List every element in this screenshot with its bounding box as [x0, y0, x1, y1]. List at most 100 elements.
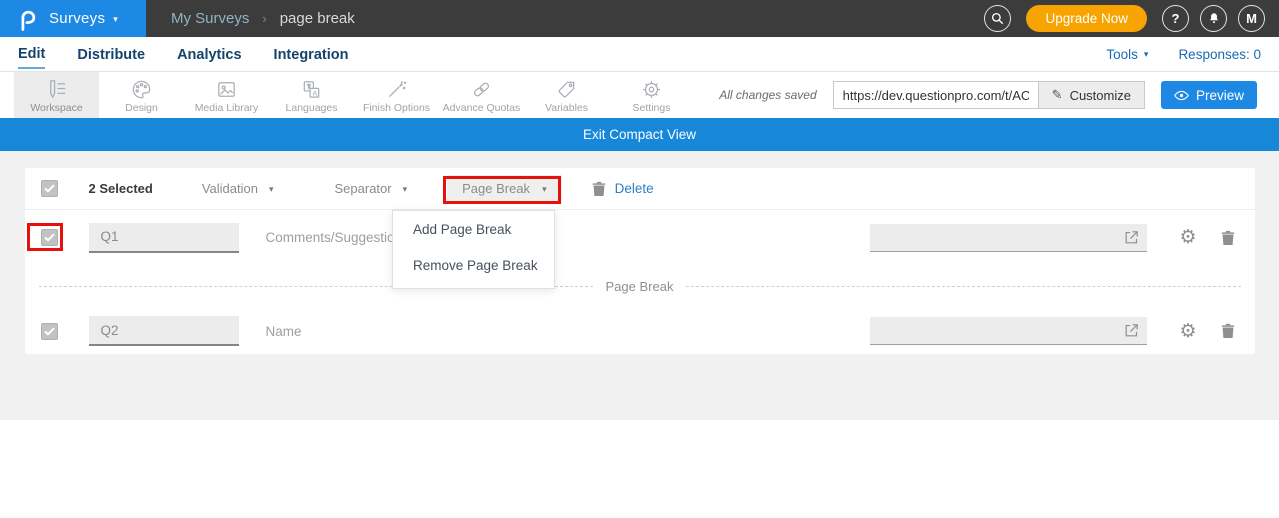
- toolbar-item-finish-options[interactable]: Finish Options: [354, 72, 439, 118]
- toolbar-item-design[interactable]: Design: [99, 72, 184, 118]
- q1-checkbox[interactable]: [41, 229, 58, 246]
- notifications-button[interactable]: [1200, 5, 1227, 32]
- workspace-content: 2 Selected Validation ▾ Separator ▾ Page…: [0, 151, 1279, 420]
- menu-item-remove-page-break[interactable]: Remove Page Break: [393, 247, 554, 283]
- workspace-icon: [45, 78, 68, 101]
- product-name: Surveys: [49, 10, 105, 27]
- upgrade-now-button[interactable]: Upgrade Now: [1026, 5, 1147, 32]
- help-button[interactable]: ?: [1162, 5, 1189, 32]
- breadcrumb: My Surveys › page break: [171, 10, 355, 27]
- toolbar-item-advance-quotas[interactable]: Advance Quotas: [439, 72, 524, 118]
- q1-settings-gear-icon[interactable]: ⚙: [1179, 228, 1196, 247]
- responses-count-link[interactable]: Responses: 0: [1178, 47, 1261, 62]
- toolbar-label: Settings: [633, 102, 671, 114]
- bulk-actions-bar: 2 Selected Validation ▾ Separator ▾ Page…: [25, 168, 1255, 210]
- toolbar-item-variables[interactable]: Variables: [524, 72, 609, 118]
- gear-icon: [640, 78, 663, 101]
- menu-item-add-page-break[interactable]: Add Page Break: [393, 211, 554, 247]
- toolbar-item-languages[interactable]: A Languages: [269, 72, 354, 118]
- chevron-down-icon: ▾: [269, 184, 274, 195]
- divider-label: Page Break: [606, 279, 674, 294]
- survey-url-group: ✎ Customize: [833, 81, 1145, 109]
- q2-answer-field[interactable]: [870, 317, 1147, 345]
- external-link-icon[interactable]: [1123, 322, 1140, 339]
- tools-menu[interactable]: Tools ▾: [1106, 47, 1148, 62]
- trash-icon: [592, 181, 606, 197]
- tools-label: Tools: [1106, 47, 1138, 62]
- breadcrumb-my-surveys[interactable]: My Surveys: [171, 10, 249, 27]
- toolbar-item-settings[interactable]: Settings: [609, 72, 694, 118]
- delete-label: Delete: [615, 181, 654, 196]
- page-break-menu: Add Page Break Remove Page Break: [392, 210, 555, 289]
- chevron-down-icon: ▾: [542, 184, 547, 195]
- tab-integration[interactable]: Integration: [274, 40, 349, 68]
- q1-answer-field[interactable]: [870, 224, 1147, 252]
- tag-icon: [555, 78, 578, 101]
- user-avatar[interactable]: M: [1238, 5, 1265, 32]
- top-header: Surveys ▾ My Surveys › page break Upgrad…: [0, 0, 1279, 37]
- page-break-label: Page Break: [462, 181, 530, 196]
- delete-button[interactable]: Delete: [592, 181, 654, 197]
- q2-delete-trash-icon[interactable]: [1221, 323, 1235, 339]
- separator-dropdown[interactable]: Separator ▾: [335, 181, 408, 196]
- validation-label: Validation: [202, 181, 258, 196]
- chevron-down-icon: ▾: [113, 14, 118, 25]
- q1-title: Comments/Suggestions:: [266, 230, 413, 245]
- question-row-q2: Name ⚙: [25, 308, 1255, 354]
- translate-icon: A: [300, 78, 323, 101]
- chain-link-icon: [470, 78, 493, 101]
- tab-analytics[interactable]: Analytics: [177, 40, 241, 68]
- divider-line: [686, 286, 1240, 287]
- tabs-right-links: Tools ▾ Responses: 0: [1106, 47, 1261, 62]
- chevron-down-icon: ▾: [403, 184, 408, 195]
- page-break-dropdown[interactable]: Page Break ▾: [447, 175, 561, 202]
- q1-delete-trash-icon[interactable]: [1221, 230, 1235, 246]
- toolbar-label: Finish Options: [363, 102, 430, 114]
- preview-button[interactable]: Preview: [1161, 81, 1257, 109]
- q1-row-actions: ⚙: [870, 224, 1238, 252]
- question-row-q1: Comments/Suggestions: ⚙: [25, 210, 1255, 265]
- q2-settings-gear-icon[interactable]: ⚙: [1179, 322, 1196, 341]
- eye-icon: [1174, 90, 1189, 101]
- separator-label: Separator: [335, 181, 392, 196]
- search-button[interactable]: [984, 5, 1011, 32]
- select-all-checkbox[interactable]: [41, 180, 58, 197]
- preview-label: Preview: [1196, 88, 1244, 103]
- survey-url-input[interactable]: [833, 81, 1038, 109]
- external-link-icon[interactable]: [1123, 229, 1140, 246]
- breadcrumb-separator: ›: [262, 11, 266, 26]
- toolbar-item-workspace[interactable]: Workspace: [14, 72, 99, 118]
- customize-url-button[interactable]: ✎ Customize: [1038, 81, 1145, 109]
- save-status: All changes saved: [719, 88, 816, 102]
- q2-title: Name: [266, 324, 302, 339]
- q2-checkbox[interactable]: [41, 323, 58, 340]
- surveys-app-menu[interactable]: Surveys ▾: [0, 0, 146, 37]
- svg-text:A: A: [312, 89, 317, 97]
- pencil-icon: ✎: [1052, 87, 1063, 103]
- questionpro-logo-icon: [17, 7, 37, 31]
- survey-nav-tabs: Edit Distribute Analytics Integration To…: [0, 37, 1279, 72]
- toolbar-label: Variables: [545, 102, 588, 114]
- exit-compact-view-banner[interactable]: Exit Compact View: [0, 118, 1279, 151]
- tab-distribute[interactable]: Distribute: [77, 40, 145, 68]
- page-break-divider: Page Break: [25, 265, 1255, 308]
- validation-dropdown[interactable]: Validation ▾: [202, 181, 274, 196]
- toolbar-label: Media Library: [195, 102, 259, 114]
- toolbar-item-media-library[interactable]: Media Library: [184, 72, 269, 118]
- image-icon: [215, 78, 238, 101]
- wand-icon: [385, 78, 408, 101]
- chevron-down-icon: ▾: [1144, 49, 1149, 60]
- palette-icon: [130, 78, 153, 101]
- questions-card: 2 Selected Validation ▾ Separator ▾ Page…: [25, 168, 1255, 354]
- toolbar-label: Design: [125, 102, 158, 114]
- breadcrumb-survey-name: page break: [280, 10, 355, 27]
- tab-edit[interactable]: Edit: [18, 39, 45, 69]
- selected-count: 2 Selected: [89, 181, 153, 196]
- header-actions: Upgrade Now ? M: [984, 5, 1279, 32]
- editor-toolbar: Workspace Design Media Library A Languag…: [0, 72, 1279, 118]
- customize-label: Customize: [1070, 88, 1131, 103]
- q2-code-input[interactable]: [89, 316, 239, 346]
- toolbar-label: Workspace: [30, 102, 82, 114]
- q1-code-input[interactable]: [89, 223, 239, 253]
- toolbar-label: Languages: [286, 102, 338, 114]
